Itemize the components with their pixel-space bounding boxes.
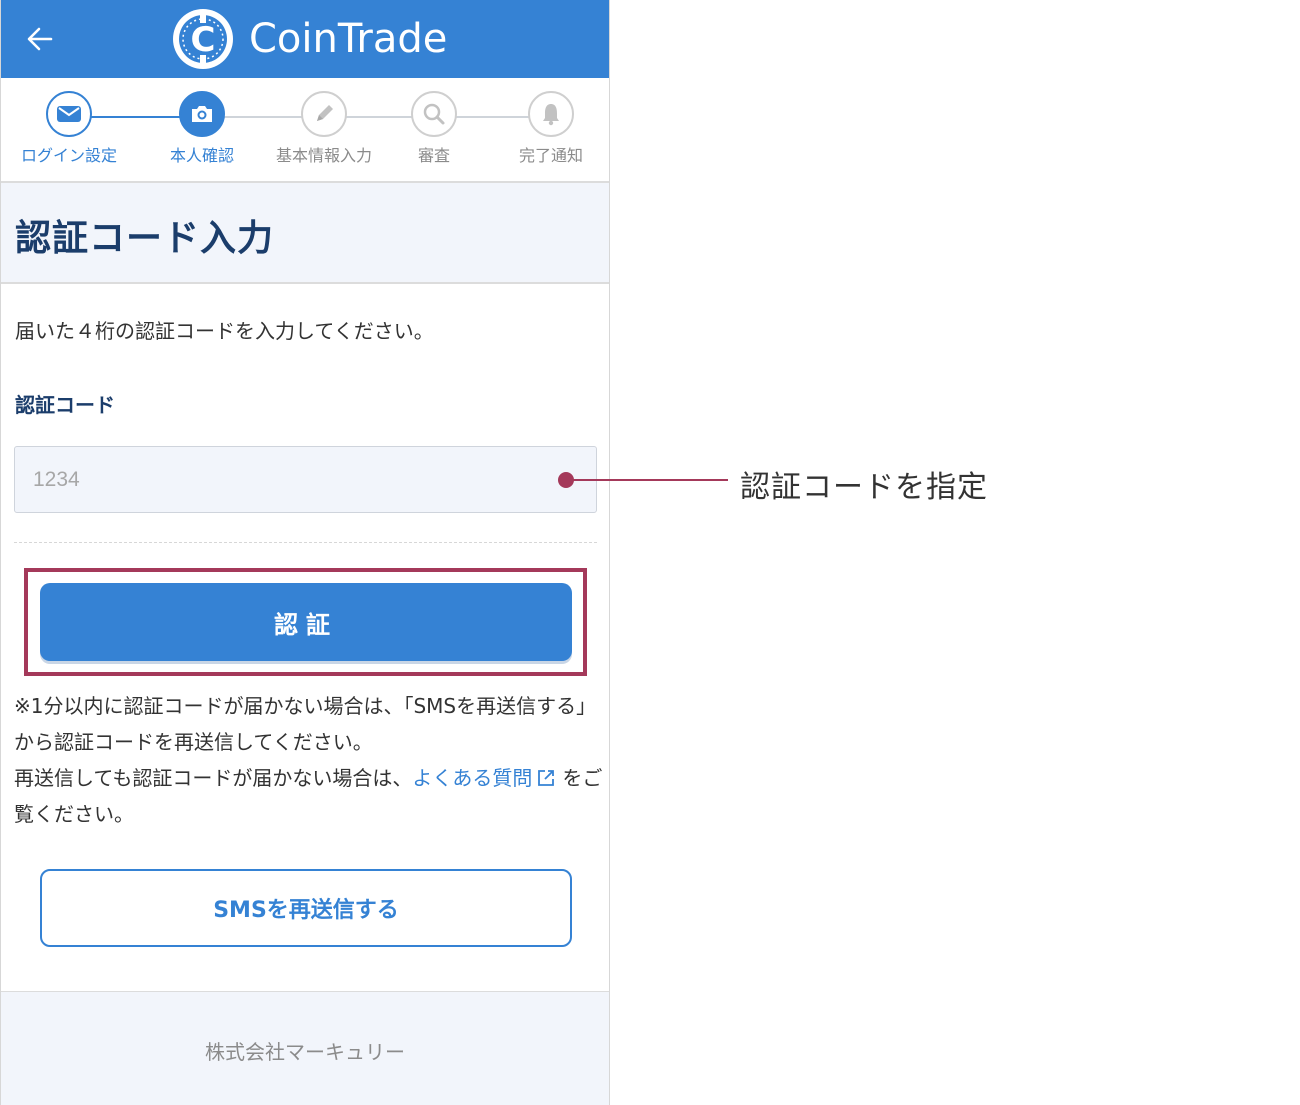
external-link-icon xyxy=(538,770,555,786)
pencil-icon xyxy=(317,105,333,121)
app-name: CoinTrade xyxy=(249,16,448,62)
step-label: 基本情報入力 xyxy=(275,146,372,165)
title-section: 認証コード入力 xyxy=(1,183,609,284)
company-name: 株式会社マーキュリー xyxy=(205,1040,405,1064)
help-note: ※1分以内に認証コードが届かない場合は、「SMSを再送信する」から認証コードを再… xyxy=(14,688,604,832)
bell-icon xyxy=(543,104,559,126)
back-button[interactable] xyxy=(19,18,61,60)
step-label: 完了通知 xyxy=(518,146,583,165)
arrow-left-icon xyxy=(27,27,53,51)
app-logo: C CoinTrade xyxy=(171,7,447,71)
step-circle xyxy=(179,91,225,137)
faq-link-label: よくある質問 xyxy=(412,766,533,790)
resend-sms-button[interactable]: SMSを再送信する xyxy=(40,869,572,947)
footer: 株式会社マーキュリー xyxy=(1,991,609,1105)
progress-steps: ログイン設定 本人確認 基本情報入力 審査 完了通知 xyxy=(1,78,609,183)
step-label: 本人確認 xyxy=(169,146,234,165)
magnifier-icon xyxy=(423,103,445,125)
callout-dot xyxy=(558,472,574,488)
resend-hint: ※1分以内に認証コードが届かない場合は、「SMSを再送信する」から認証コードを再… xyxy=(14,694,597,754)
instruction-text: 届いた４桁の認証コードを入力してください。 xyxy=(15,319,434,343)
verify-button[interactable]: 認証 xyxy=(40,583,572,661)
step-completion-notice: 完了通知 xyxy=(491,91,609,166)
page-title: 認証コード入力 xyxy=(15,218,275,259)
step-basic-info: 基本情報入力 xyxy=(264,91,384,166)
step-review: 審査 xyxy=(374,91,494,166)
divider xyxy=(14,542,597,543)
coin-logo-icon: C xyxy=(173,9,233,69)
callout-label: 認証コードを指定 xyxy=(740,470,988,505)
logo-letter: C xyxy=(191,20,216,60)
code-field-label: 認証コード xyxy=(15,393,115,417)
step-circle xyxy=(301,91,347,137)
step-circle xyxy=(46,91,92,137)
verification-code-input[interactable] xyxy=(14,446,597,513)
faq-link[interactable]: よくある質問 xyxy=(412,766,562,790)
step-identity-verification: 本人確認 xyxy=(142,91,262,166)
step-label: 審査 xyxy=(417,146,450,165)
faq-hint-prefix: 再送信しても認証コードが届かない場合は、 xyxy=(14,766,413,790)
camera-icon xyxy=(192,106,212,122)
step-label: ログイン設定 xyxy=(20,146,117,165)
step-circle xyxy=(411,91,457,137)
step-login-settings: ログイン設定 xyxy=(9,91,129,166)
step-circle xyxy=(528,91,574,137)
app-header: C CoinTrade xyxy=(1,0,609,78)
mail-icon xyxy=(57,106,81,122)
phone-screen: C CoinTrade ログイン設定 本人確認 基本情報入力 審査 完了通知 認… xyxy=(0,0,610,1105)
callout-line xyxy=(566,479,728,481)
